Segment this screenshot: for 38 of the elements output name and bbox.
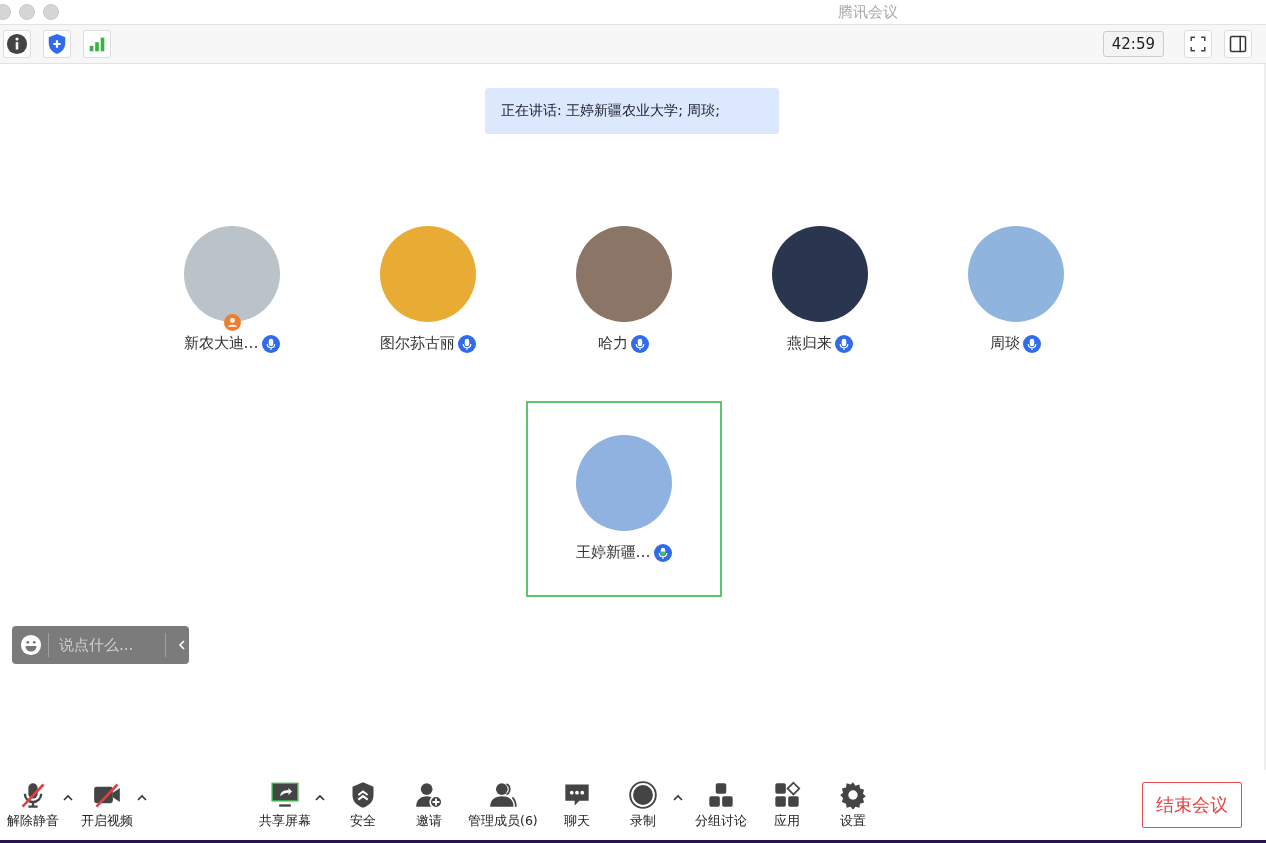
toolbar-button[interactable]: 录制 bbox=[613, 776, 672, 834]
fullscreen-icon[interactable] bbox=[1184, 30, 1212, 58]
toolbar-button[interactable]: 安全 bbox=[334, 776, 392, 834]
collapse-icon[interactable] bbox=[176, 639, 188, 651]
chat-input[interactable]: 说点什么... bbox=[55, 636, 159, 654]
participant-name: 王婷新疆… bbox=[575, 543, 651, 562]
toolbar-button[interactable]: 共享屏幕 bbox=[256, 776, 314, 834]
smiley-icon[interactable] bbox=[20, 634, 42, 656]
toolbar-button[interactable]: 管理成员(6) bbox=[466, 776, 540, 834]
end-meeting-button[interactable]: 结束会议 bbox=[1142, 782, 1242, 828]
toolbar-button[interactable]: 解除静音 bbox=[4, 776, 62, 834]
info-icon[interactable] bbox=[3, 30, 31, 58]
participant-name: 燕归来 bbox=[786, 334, 832, 353]
apps-grid-icon bbox=[772, 780, 801, 809]
people-icon bbox=[488, 780, 517, 809]
toolbar-button[interactable]: 设置 bbox=[823, 776, 882, 834]
record-icon bbox=[628, 780, 657, 809]
toolbar-button[interactable]: 聊天 bbox=[547, 776, 606, 834]
participant-name: 哈力 bbox=[598, 334, 628, 353]
settings-icon bbox=[838, 780, 867, 809]
toolbar-button[interactable]: 分组讨论 bbox=[691, 776, 750, 834]
signal-icon[interactable] bbox=[83, 30, 111, 58]
toolbar-button[interactable]: 开启视频 bbox=[78, 776, 136, 834]
screen-share-icon bbox=[271, 780, 299, 809]
chat-input-bar[interactable]: 说点什么... bbox=[12, 626, 189, 664]
meeting-timer: 42:59 bbox=[1102, 31, 1164, 57]
shield-icon[interactable] bbox=[43, 30, 71, 58]
add-person-icon bbox=[415, 780, 443, 809]
participant-name: 新农大迪… bbox=[183, 334, 259, 353]
toolbar-button[interactable]: 应用 bbox=[757, 776, 816, 834]
sidebar-icon[interactable] bbox=[1224, 30, 1252, 58]
speaking-banner: 正在讲话: 王婷新疆农业大学; 周琰; bbox=[485, 88, 779, 134]
blocks-icon bbox=[706, 780, 735, 809]
toolbar-button[interactable]: 邀请 bbox=[400, 776, 458, 834]
window-title: 腾讯会议 bbox=[837, 2, 898, 22]
participant-tile[interactable]: 王婷新疆… bbox=[525, 401, 722, 597]
participant-name: 周琰 bbox=[990, 334, 1020, 353]
participant-name: 图尔荪古丽 bbox=[379, 334, 455, 353]
